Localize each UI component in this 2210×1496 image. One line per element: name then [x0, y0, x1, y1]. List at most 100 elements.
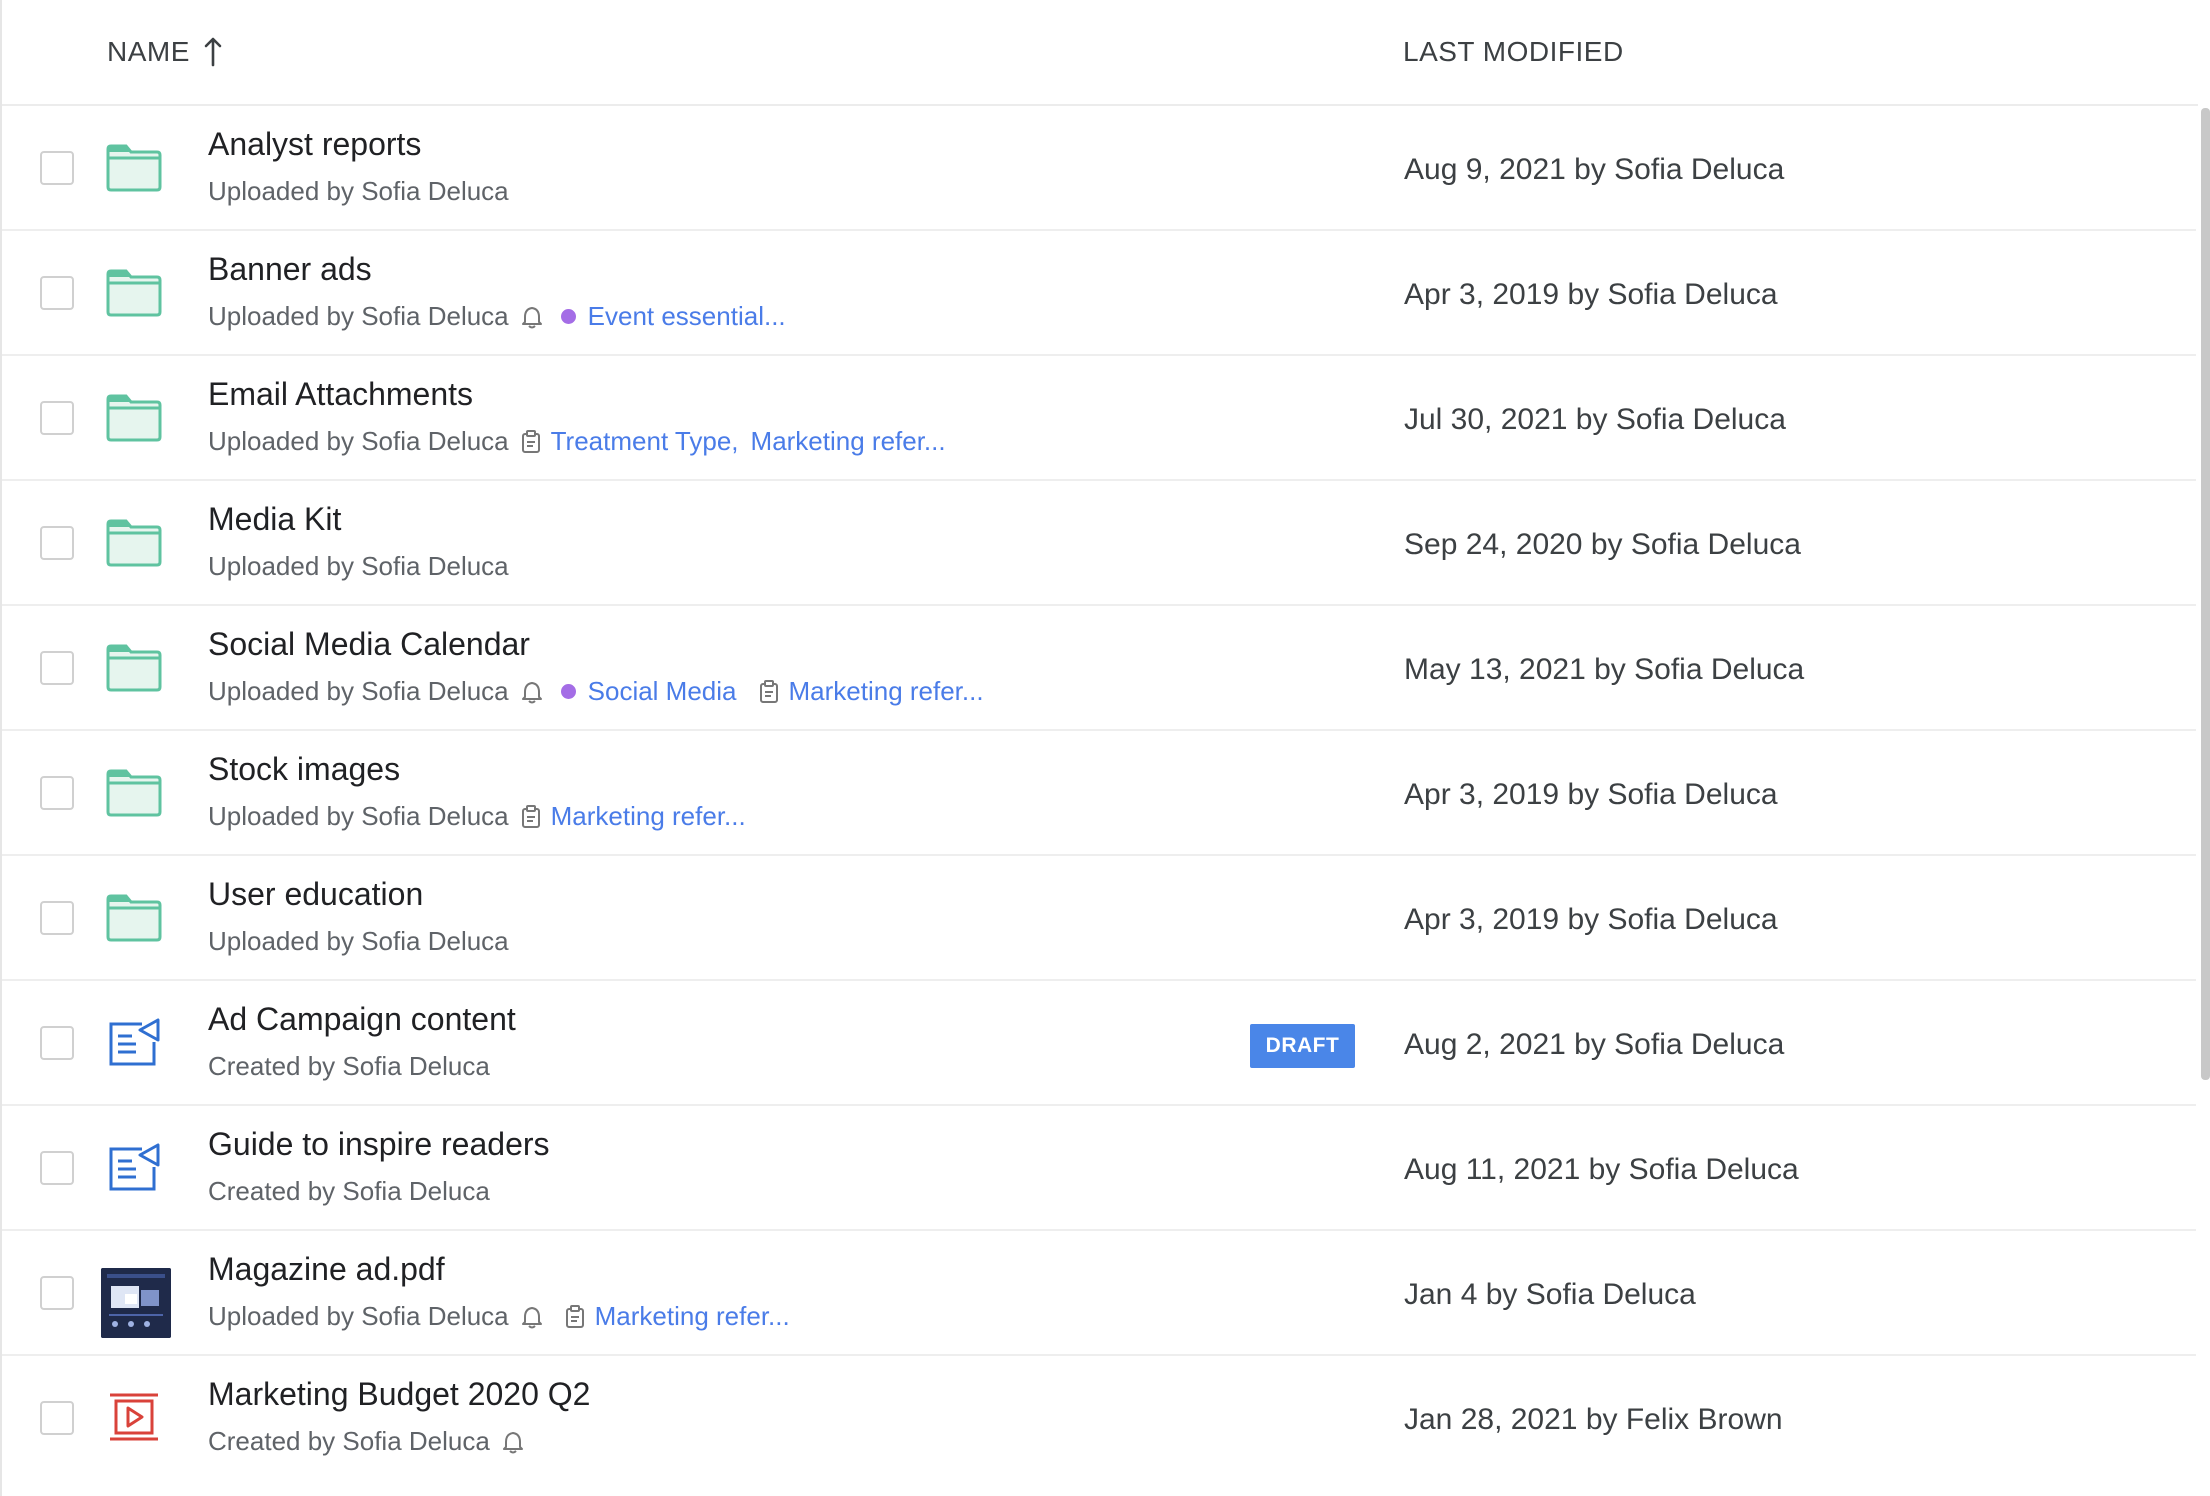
item-subtitle: Uploaded by Sofia Deluca: [208, 301, 509, 331]
clipboard-icon: [521, 804, 541, 829]
clipboard-icon: [565, 1304, 585, 1329]
metadata-tag[interactable]: Marketing refer...: [595, 1301, 790, 1332]
last-modified-value: Jan 4 by Sofia Deluca: [1404, 1278, 1696, 1311]
last-modified-value: Apr 3, 2019 by Sofia Deluca: [1404, 778, 1778, 811]
bell-icon[interactable]: [521, 680, 543, 704]
folder-icon[interactable]: [106, 516, 162, 568]
tag-separator: ,: [731, 426, 739, 456]
table-row[interactable]: Marketing Budget 2020 Q2 Created by Sofia…: [2, 1356, 2196, 1481]
folder-icon[interactable]: [106, 266, 162, 318]
item-title[interactable]: Analyst reports: [208, 126, 421, 163]
row-checkbox[interactable]: [40, 151, 74, 185]
video-icon[interactable]: [106, 1391, 162, 1443]
bell-icon[interactable]: [521, 305, 543, 329]
item-meta: Uploaded by Sofia Deluca Treatment Type, M…: [208, 426, 946, 457]
row-checkbox[interactable]: [40, 1026, 74, 1060]
row-checkbox[interactable]: [40, 901, 74, 935]
bell-icon[interactable]: [502, 1430, 524, 1454]
status-badge: DRAFT: [1250, 1024, 1355, 1068]
item-title[interactable]: Magazine ad.pdf: [208, 1251, 445, 1288]
last-modified-value: Sep 24, 2020 by Sofia Deluca: [1404, 528, 1801, 561]
item-meta: Uploaded by Sofia Deluca Event essential.…: [208, 301, 786, 332]
table-row[interactable]: Magazine ad.pdf Uploaded by Sofia Deluca M…: [2, 1231, 2196, 1356]
table-row[interactable]: Banner ads Uploaded by Sofia Deluca Event …: [2, 231, 2196, 356]
tag-dot-icon: [560, 309, 576, 324]
item-subtitle: Uploaded by Sofia Deluca: [208, 176, 509, 206]
item-title[interactable]: User education: [208, 876, 423, 913]
folder-icon[interactable]: [106, 141, 162, 193]
item-title[interactable]: Banner ads: [208, 251, 372, 288]
metadata-tag[interactable]: Social Media: [588, 676, 737, 707]
item-meta: Created by Sofia Deluca: [208, 1176, 490, 1207]
item-subtitle: Uploaded by Sofia Deluca: [208, 676, 509, 706]
item-title[interactable]: Marketing Budget 2020 Q2: [208, 1376, 590, 1413]
item-subtitle: Uploaded by Sofia Deluca: [208, 551, 509, 581]
item-subtitle: Created by Sofia Deluca: [208, 1176, 490, 1206]
table-row[interactable]: Ad Campaign content Created by Sofia Delu…: [2, 981, 2196, 1106]
metadata-tag[interactable]: Marketing refer...: [789, 676, 984, 707]
item-subtitle: Uploaded by Sofia Deluca: [208, 801, 509, 831]
item-subtitle: Uploaded by Sofia Deluca: [208, 426, 509, 456]
item-subtitle: Uploaded by Sofia Deluca: [208, 1301, 509, 1331]
sort-by-name-header[interactable]: NAME: [107, 36, 222, 68]
item-title[interactable]: Social Media Calendar: [208, 626, 530, 663]
row-checkbox[interactable]: [40, 526, 74, 560]
item-meta: Uploaded by Sofia Deluca: [208, 551, 509, 582]
last-modified-value: Aug 11, 2021 by Sofia Deluca: [1404, 1153, 1799, 1186]
bell-icon[interactable]: [521, 1305, 543, 1329]
item-title[interactable]: Email Attachments: [208, 376, 473, 413]
table-row[interactable]: Media Kit Uploaded by Sofia Deluca Sep 24,…: [2, 481, 2196, 606]
item-meta: Uploaded by Sofia Deluca Marketing refer.…: [208, 1301, 790, 1332]
item-meta: Uploaded by Sofia Deluca: [208, 176, 509, 207]
last-modified-value: Aug 2, 2021 by Sofia Deluca: [1404, 1028, 1785, 1061]
table-row[interactable]: Social Media Calendar Uploaded by Sofia D…: [2, 606, 2196, 731]
scrollbar-thumb[interactable]: [2201, 108, 2210, 1080]
row-checkbox[interactable]: [40, 651, 74, 685]
document-send-icon[interactable]: [106, 1016, 162, 1068]
item-title[interactable]: Stock images: [208, 751, 400, 788]
item-subtitle: Uploaded by Sofia Deluca: [208, 926, 509, 956]
last-modified-value: May 13, 2021 by Sofia Deluca: [1404, 653, 1805, 686]
folder-icon[interactable]: [106, 766, 162, 818]
table-row[interactable]: User education Uploaded by Sofia Deluca Ap…: [2, 856, 2196, 981]
table-row[interactable]: Email Attachments Uploaded by Sofia Deluc…: [2, 356, 2196, 481]
item-meta: Uploaded by Sofia Deluca: [208, 926, 509, 957]
row-checkbox[interactable]: [40, 1151, 74, 1185]
last-modified-value: Aug 9, 2021 by Sofia Deluca: [1404, 153, 1785, 186]
last-modified-value: Apr 3, 2019 by Sofia Deluca: [1404, 278, 1778, 311]
pdf-thumbnail-icon[interactable]: [101, 1268, 171, 1338]
metadata-tag[interactable]: Marketing refer...: [751, 426, 946, 457]
row-checkbox[interactable]: [40, 401, 74, 435]
row-checkbox[interactable]: [40, 276, 74, 310]
table-row[interactable]: Analyst reports Uploaded by Sofia Deluca A…: [2, 106, 2196, 231]
item-meta: Created by Sofia Deluca: [208, 1051, 490, 1082]
metadata-tag[interactable]: Marketing refer...: [551, 801, 746, 832]
last-modified-header[interactable]: LAST MODIFIED: [1403, 36, 1624, 68]
name-column-label: NAME: [107, 36, 190, 67]
arrow-up-icon: [204, 37, 222, 67]
file-rows: Analyst reports Uploaded by Sofia Deluca A…: [2, 106, 2196, 1481]
item-meta: Created by Sofia Deluca: [208, 1426, 524, 1457]
file-list-view: NAME LAST MODIFIED Analyst reports Upload…: [0, 0, 2210, 1496]
tag-dot-icon: [560, 684, 576, 699]
clipboard-icon: [759, 679, 779, 704]
item-meta: Uploaded by Sofia Deluca Marketing refer.…: [208, 801, 746, 832]
folder-icon[interactable]: [106, 391, 162, 443]
last-modified-value: Apr 3, 2019 by Sofia Deluca: [1404, 903, 1778, 936]
item-title[interactable]: Guide to inspire readers: [208, 1126, 550, 1163]
clipboard-icon: [521, 429, 541, 454]
item-meta: Uploaded by Sofia Deluca Social Media Mark…: [208, 676, 984, 707]
table-row[interactable]: Stock images Uploaded by Sofia Deluca Mark…: [2, 731, 2196, 856]
row-checkbox[interactable]: [40, 1401, 74, 1435]
metadata-tag[interactable]: Event essential...: [588, 301, 786, 332]
folder-icon[interactable]: [106, 641, 162, 693]
table-row[interactable]: Guide to inspire readers Created by Sofia…: [2, 1106, 2196, 1231]
item-title[interactable]: Ad Campaign content: [208, 1001, 516, 1038]
document-send-icon[interactable]: [106, 1141, 162, 1193]
row-checkbox[interactable]: [40, 776, 74, 810]
item-title[interactable]: Media Kit: [208, 501, 341, 538]
row-checkbox[interactable]: [40, 1276, 74, 1310]
folder-icon[interactable]: [106, 891, 162, 943]
metadata-tag[interactable]: Treatment Type: [551, 426, 732, 457]
last-modified-value: Jan 28, 2021 by Felix Brown: [1404, 1403, 1783, 1436]
